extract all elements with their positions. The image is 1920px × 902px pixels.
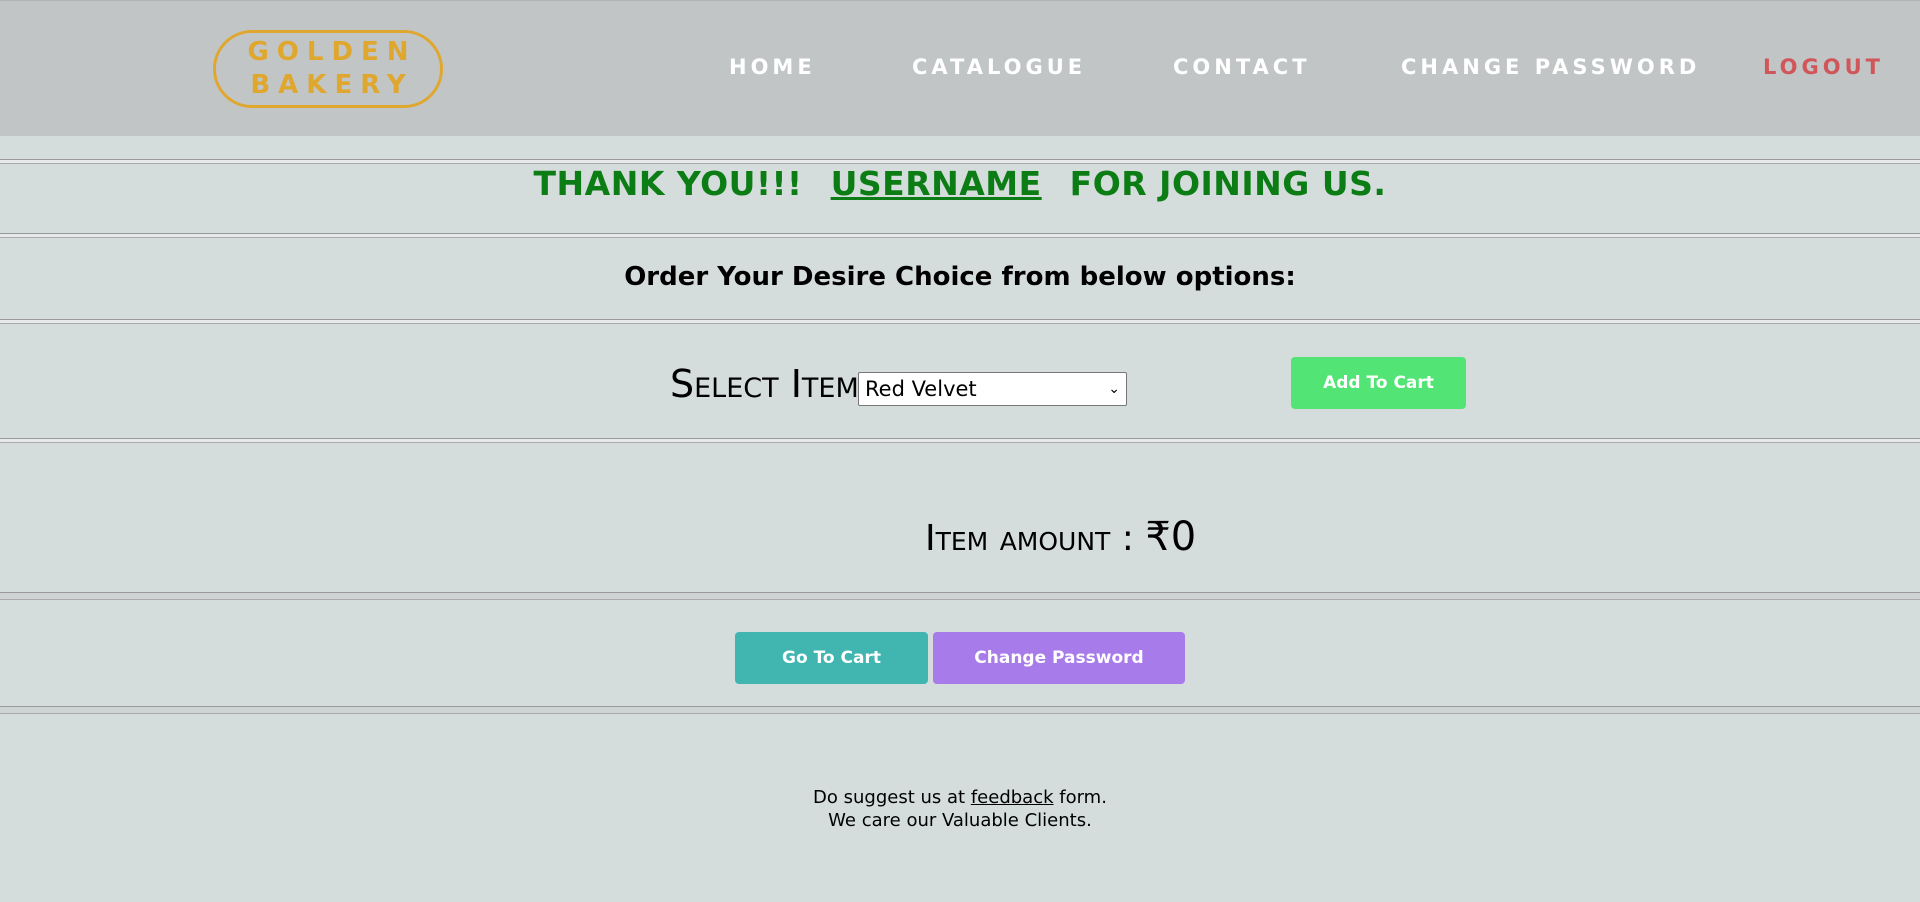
- nav-contact[interactable]: CONTACT: [1173, 55, 1311, 79]
- divider: [0, 233, 1920, 238]
- chevron-down-icon: ⌄: [1108, 381, 1120, 397]
- item-amount-label: Item amount :: [925, 518, 1134, 559]
- add-to-cart-button[interactable]: Add To Cart: [1291, 357, 1466, 409]
- item-select[interactable]: Red Velvet ⌄: [858, 372, 1127, 406]
- footer-line-1: Do suggest us at feedback form.: [0, 786, 1920, 809]
- item-amount-value: ₹0: [1145, 514, 1197, 560]
- logo-line-2: BAKERY: [250, 70, 414, 100]
- logo[interactable]: GOLDEN BAKERY: [213, 30, 443, 108]
- item-amount: Item amount : ₹0: [925, 514, 1196, 560]
- welcome-prefix: THANK YOU!!!: [533, 164, 803, 203]
- footer-line-2: We care our Valuable Clients.: [828, 810, 1092, 831]
- divider: [0, 319, 1920, 324]
- welcome-heading: THANK YOU!!! USERNAME FOR JOINING US.: [0, 164, 1920, 203]
- order-subtitle: Order Your Desire Choice from below opti…: [624, 262, 1296, 292]
- nav-home[interactable]: HOME: [729, 55, 816, 79]
- item-select-value: Red Velvet: [865, 377, 977, 401]
- logo-line-1: GOLDEN: [247, 37, 417, 67]
- divider: [0, 438, 1920, 443]
- divider: [0, 706, 1920, 714]
- welcome-username: USERNAME: [830, 164, 1042, 203]
- change-password-button[interactable]: Change Password: [933, 632, 1185, 684]
- footer: Do suggest us at feedback form. We care …: [0, 786, 1920, 832]
- welcome-suffix: FOR JOINING US.: [1069, 164, 1387, 203]
- nav-change-password[interactable]: CHANGE PASSWORD: [1401, 55, 1700, 79]
- divider: [0, 592, 1920, 600]
- nav-logout[interactable]: LOGOUT: [1763, 55, 1884, 79]
- nav-catalogue[interactable]: CATALOGUE: [912, 55, 1086, 79]
- footer-prefix: Do suggest us at: [813, 787, 966, 808]
- feedback-link[interactable]: feedback: [971, 787, 1054, 808]
- footer-suffix: form.: [1059, 787, 1107, 808]
- site-header: GOLDEN BAKERY HOME CATALOGUE CONTACT CHA…: [0, 0, 1920, 136]
- select-item-label: Select Item :: [670, 362, 884, 406]
- go-to-cart-button[interactable]: Go To Cart: [735, 632, 928, 684]
